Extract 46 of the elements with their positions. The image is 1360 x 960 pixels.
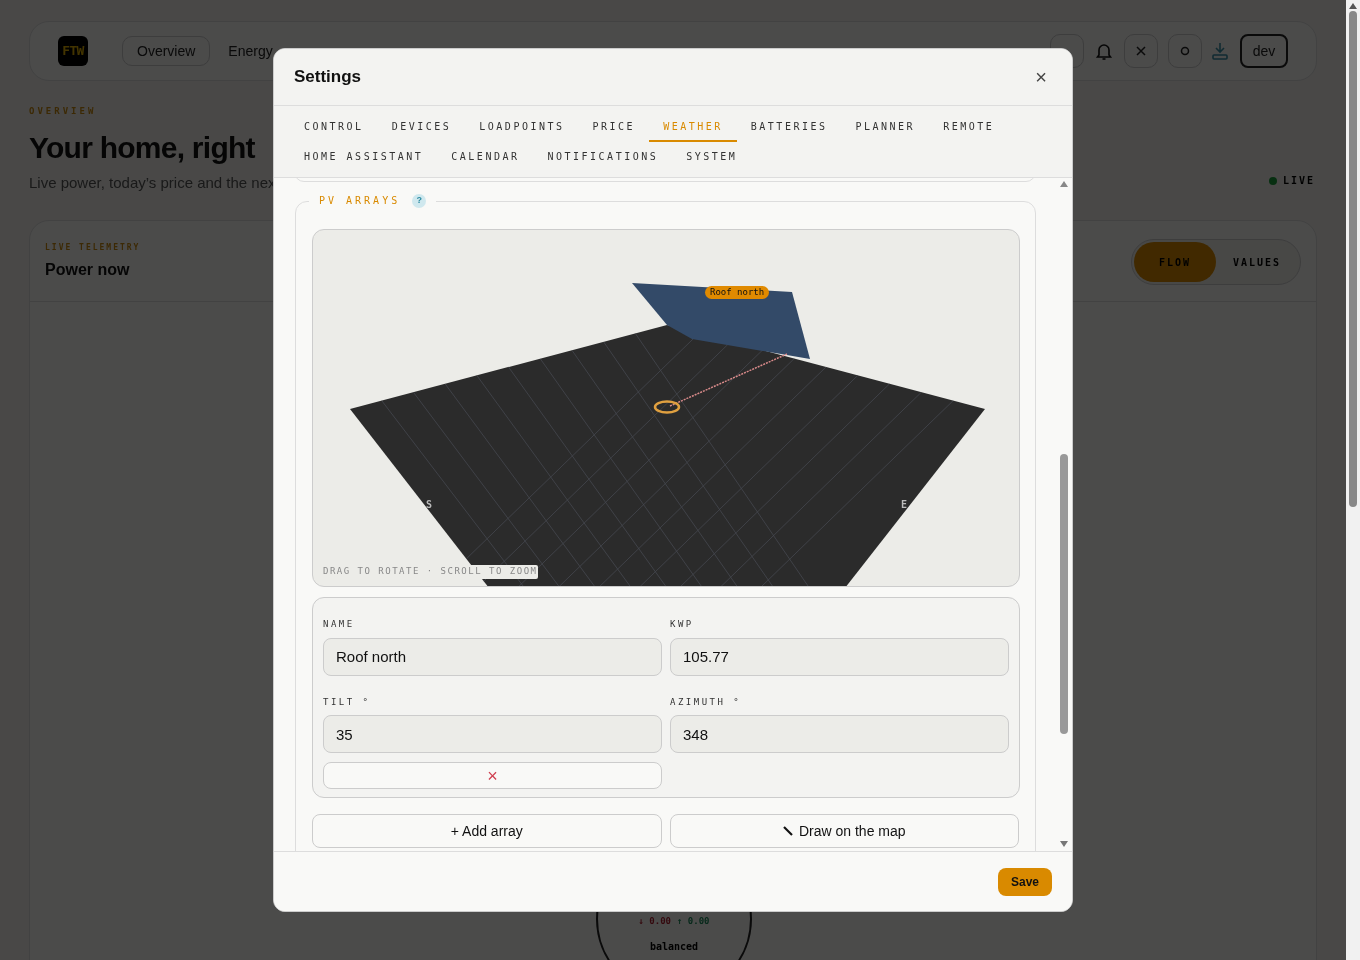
field-label: KWP	[670, 618, 695, 631]
draw-map-button[interactable]: Draw on the map	[669, 814, 1019, 848]
settings-tab[interactable]: SYSTEM	[672, 142, 752, 172]
export-value: ↑ 0.00	[677, 915, 710, 928]
text-field[interactable]: 35	[323, 715, 662, 753]
settings-tab[interactable]: LOADPOINTS	[465, 112, 579, 142]
remove-button[interactable]: ×	[323, 762, 662, 789]
settings-tab[interactable]: REMOTE	[929, 112, 1009, 142]
compass-label: E	[901, 498, 908, 512]
import-value: ↓ 0.00	[638, 915, 671, 928]
text-field[interactable]: 105.77	[670, 637, 1009, 676]
settings-tab[interactable]: PLANNER	[841, 112, 930, 142]
settings-tab[interactable]: NOTIFICATIONS	[533, 142, 673, 172]
add-array-button[interactable]: + Add array	[312, 814, 662, 848]
viewer-hint: DRAG TO ROTATE · SCROLL TO ZOOM	[322, 565, 539, 579]
card-title: Power now	[45, 260, 131, 280]
settings-tab[interactable]: PRICE	[578, 112, 650, 142]
origin-ring	[653, 400, 681, 414]
scroll-up-icon[interactable]	[1059, 180, 1069, 188]
settings-tab[interactable]: HOME ASSISTANT	[290, 142, 438, 172]
card-eyebrow: LIVE TELEMETRY	[45, 242, 141, 254]
pencil-icon	[782, 826, 793, 836]
pv-viewer[interactable]: Roof north S E DRAG TO ROTATE · SCROLL TO ZOOM	[312, 229, 1020, 587]
scroll-down-icon[interactable]	[1059, 840, 1069, 848]
section-eyebrow: OVERVIEW	[29, 105, 98, 118]
settings-tab[interactable]: CONTROL	[290, 112, 378, 142]
page-title: Your home, right	[29, 129, 256, 166]
status-label: LIVE	[1282, 174, 1315, 188]
text-field[interactable]: 348	[670, 715, 1009, 753]
close-button[interactable]: ×	[1030, 66, 1052, 88]
dialog-title: Settings	[294, 66, 362, 89]
settings-tab[interactable]: BATTERIES	[736, 112, 842, 142]
settings-tab[interactable]: CALENDAR	[437, 142, 534, 172]
field-label: NAME	[323, 618, 356, 631]
array-label[interactable]: Roof north	[705, 286, 770, 299]
section-title: PV ARRAYS	[319, 194, 401, 208]
dialog-scrollbar[interactable]	[1058, 180, 1070, 848]
save-button[interactable]: Save	[997, 867, 1052, 896]
compass-label: S	[426, 498, 433, 512]
text-field[interactable]: Roof north	[323, 637, 662, 676]
solar-panel[interactable]	[632, 283, 810, 359]
field-label: AZIMUTH °	[670, 695, 743, 709]
field-label: TILT °	[323, 695, 372, 709]
scroll-up-icon[interactable]	[1349, 3, 1357, 9]
grid-state: balanced	[649, 939, 699, 954]
settings-tab[interactable]: DEVICES	[377, 112, 466, 142]
